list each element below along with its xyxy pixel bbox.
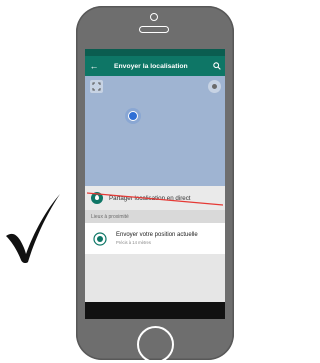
- home-button[interactable]: [137, 326, 174, 363]
- live-location-icon: [91, 192, 103, 204]
- send-current-location-label: Envoyer votre position actuelle: [116, 232, 198, 238]
- page-title: Envoyer la localisation: [114, 62, 188, 70]
- speaker-grille: [139, 26, 169, 33]
- target-icon: [93, 231, 107, 246]
- section-header-nearby: Lieux à proximité: [85, 210, 225, 223]
- search-icon[interactable]: [213, 62, 221, 70]
- send-current-location-item[interactable]: Envoyer votre position actuelle Précis à…: [85, 223, 225, 254]
- phone-frame: ← Envoyer la localisation Partager local…: [76, 6, 234, 363]
- arrow-left-icon[interactable]: ←: [87, 56, 101, 76]
- share-live-location-item[interactable]: Partager localisation en direct: [85, 186, 225, 210]
- navigation-bar: [85, 302, 225, 319]
- accuracy-label: Précis à 14 mètres: [116, 240, 151, 245]
- gps-icon[interactable]: [208, 80, 221, 93]
- expand-icon[interactable]: [90, 80, 103, 93]
- checkmark-icon: [6, 194, 60, 264]
- my-location-dot: [128, 111, 138, 121]
- status-bar: [85, 49, 225, 56]
- camera-icon: [150, 13, 158, 21]
- map-view[interactable]: [85, 76, 225, 186]
- phone-screen: ← Envoyer la localisation Partager local…: [85, 49, 225, 319]
- list-empty-area: [85, 254, 225, 302]
- app-bar: ← Envoyer la localisation: [85, 56, 225, 76]
- share-live-location-label: Partager localisation en direct: [109, 194, 191, 202]
